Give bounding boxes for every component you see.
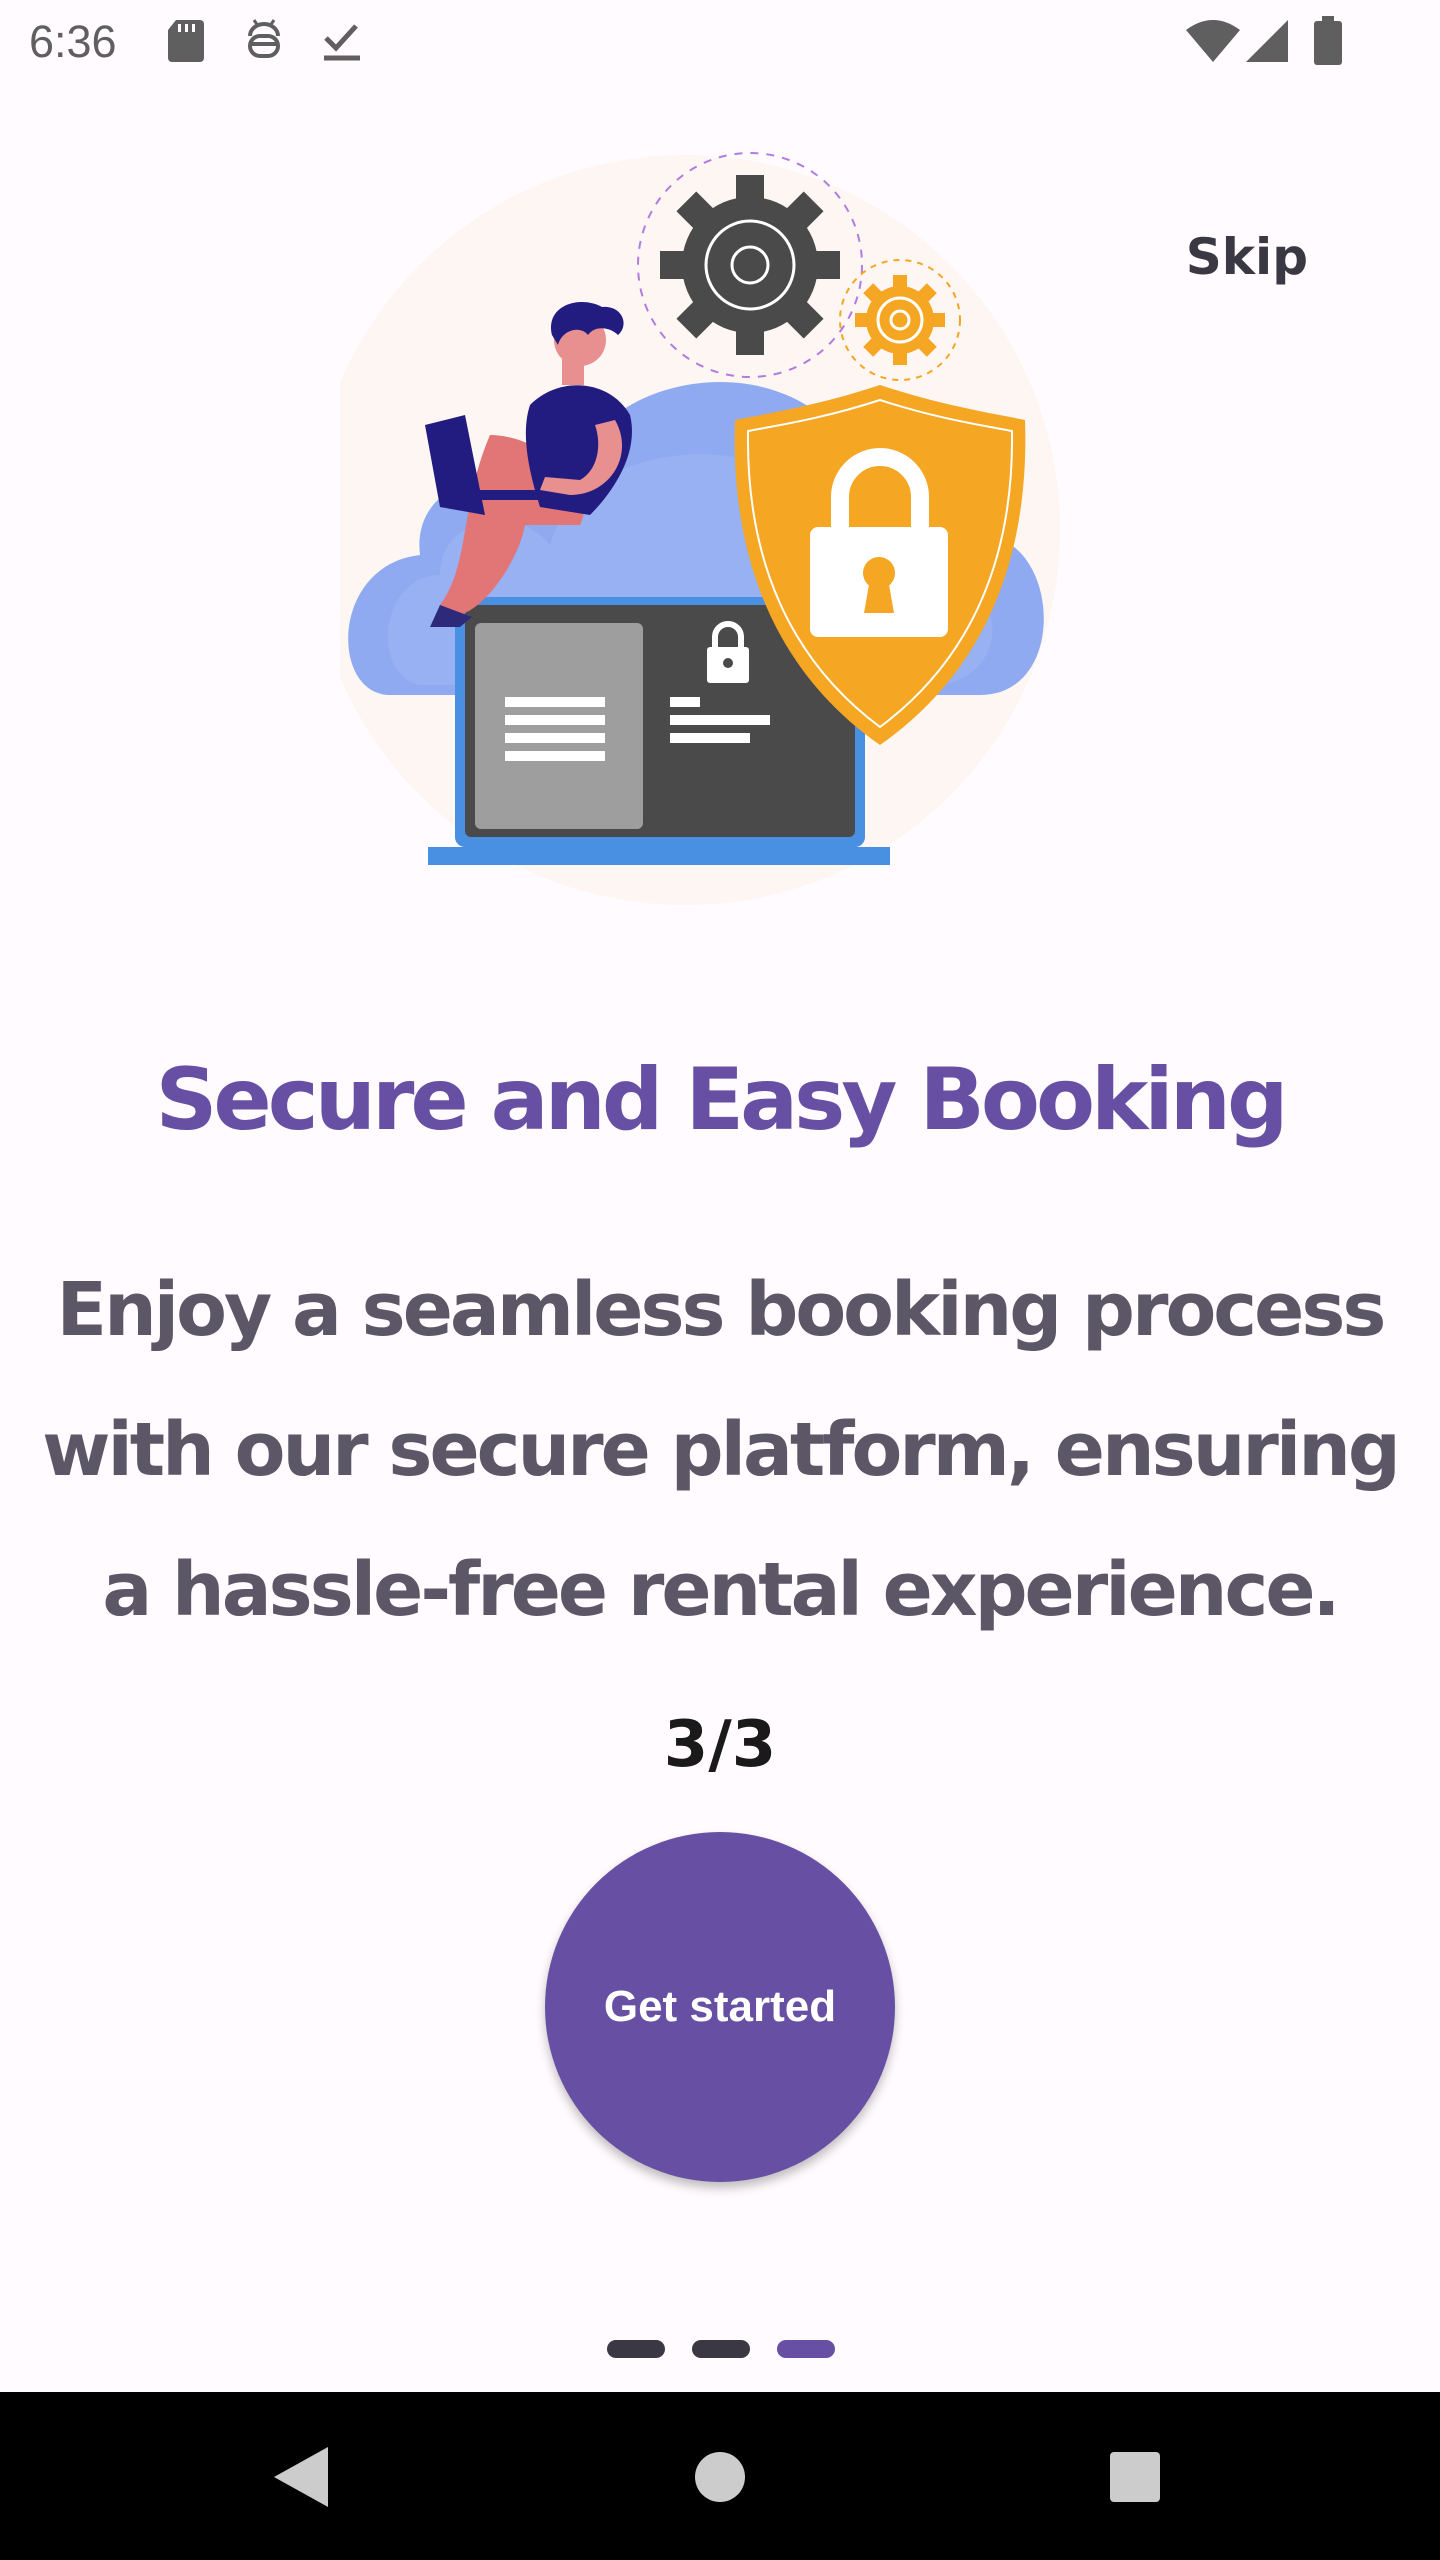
battery-icon [1314,16,1342,65]
page-title: Secure and Easy Booking [155,1050,1288,1150]
recents-icon [1110,2452,1160,2502]
back-icon [274,2447,328,2507]
get-started-button[interactable]: Get started [545,1832,895,2182]
android-debug-icon [248,19,280,58]
description-line: with our secure platform, ensuring [42,1407,1401,1493]
onboarding-description: Enjoy a seamless booking process with ou… [30,1240,1410,1660]
description-line: Enjoy a seamless booking process [56,1267,1387,1353]
page-indicator-dot-active[interactable] [777,2340,835,2358]
home-button[interactable] [675,2432,765,2522]
home-icon [695,2452,745,2502]
small-gear-icon [855,275,945,365]
page-indicator-dot[interactable] [692,2340,750,2358]
download-done-icon [324,24,360,61]
skip-button[interactable]: Skip [1186,222,1308,292]
back-button[interactable] [255,2432,345,2522]
description-line: a hassle-free rental experience. [102,1547,1340,1633]
sd-card-icon [168,20,204,62]
status-bar: 6:36 [0,0,1440,84]
signal-icon [1246,20,1288,62]
page-indicator [607,2340,837,2358]
wifi-icon [1186,20,1240,62]
navigation-bar [0,2392,1440,2560]
gear-icon [660,175,840,355]
security-illustration [340,152,1060,905]
recents-button[interactable] [1090,2432,1180,2522]
status-time: 6:36 [29,16,117,67]
page-counter: 3/3 [663,1708,777,1782]
page-indicator-dot[interactable] [607,2340,665,2358]
